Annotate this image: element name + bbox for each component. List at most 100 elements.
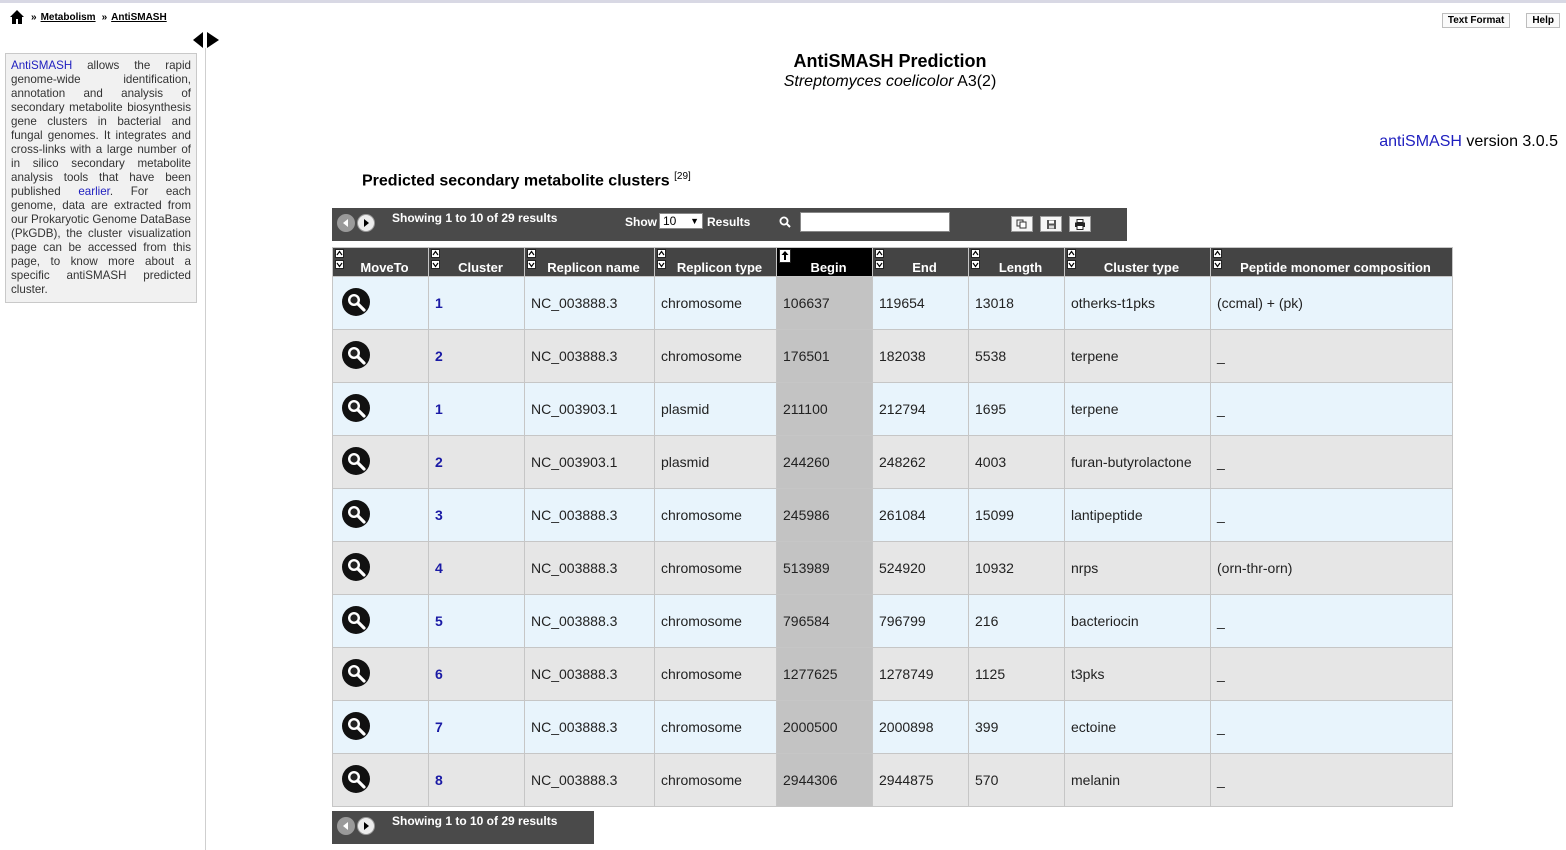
- cluster-link[interactable]: 7: [435, 719, 443, 735]
- breadcrumb-antismash[interactable]: AntiSMASH: [111, 12, 167, 23]
- replicon-name-cell: NC_003903.1: [524, 435, 655, 489]
- antismash-link[interactable]: AntiSMASH: [11, 59, 72, 72]
- replicon-type-cell: chromosome: [654, 276, 777, 330]
- magnifier-icon[interactable]: [341, 340, 371, 373]
- length-cell: 216: [968, 594, 1065, 648]
- cluster-type-cell: bacteriocin: [1064, 594, 1211, 648]
- header-label: Replicon type: [676, 259, 763, 275]
- header-replicon-type[interactable]: Replicon type: [654, 247, 777, 277]
- replicon-type-cell: chromosome: [654, 753, 777, 807]
- search-input[interactable]: [800, 212, 950, 232]
- text-format-button[interactable]: Text Format: [1441, 13, 1511, 28]
- replicon-type-cell: chromosome: [654, 488, 777, 542]
- strain-name: A3(2): [957, 73, 997, 90]
- replicon-type-cell: plasmid: [654, 382, 777, 436]
- replicon-type-cell: chromosome: [654, 329, 777, 383]
- prev-page-icon[interactable]: [337, 817, 355, 835]
- next-page-icon[interactable]: [357, 817, 375, 835]
- header-cluster[interactable]: Cluster: [428, 247, 525, 277]
- magnifier-icon[interactable]: [341, 287, 371, 320]
- top-buttons: Text Format Help: [1441, 13, 1560, 28]
- cluster-link[interactable]: 3: [435, 507, 443, 523]
- cluster-link[interactable]: 2: [435, 348, 443, 364]
- home-icon[interactable]: [9, 9, 25, 25]
- breadcrumb: » Metabolism » AntiSMASH: [9, 8, 167, 26]
- prev-page-icon[interactable]: [337, 214, 355, 232]
- species-name: Streptomyces coelicolor: [783, 73, 954, 90]
- sidebar-description: AntiSMASH allows the rapid genome-wide i…: [5, 53, 197, 303]
- magnifier-icon[interactable]: [341, 552, 371, 585]
- begin-cell: 2944306: [776, 753, 873, 807]
- cluster-link[interactable]: 6: [435, 666, 443, 682]
- end-cell: 182038: [872, 329, 969, 383]
- length-cell: 4003: [968, 435, 1065, 489]
- moveto-cell: [332, 382, 429, 436]
- header-length[interactable]: Length: [968, 247, 1065, 277]
- next-page-icon[interactable]: [357, 214, 375, 232]
- header-end[interactable]: End: [872, 247, 969, 277]
- magnifier-icon[interactable]: [341, 764, 371, 797]
- begin-cell: 176501: [776, 329, 873, 383]
- header-cluster-type[interactable]: Cluster type: [1064, 247, 1211, 277]
- cluster-link[interactable]: 4: [435, 560, 443, 576]
- replicon-name-cell: NC_003888.3: [524, 700, 655, 754]
- sidebar-toggle-icon[interactable]: [192, 31, 220, 49]
- cluster-type-cell: otherks-t1pks: [1064, 276, 1211, 330]
- sidebar-text-1: allows the rapid genome-wide identificat…: [11, 59, 191, 198]
- sort-icon: [335, 249, 344, 272]
- magnifier-icon[interactable]: [341, 658, 371, 691]
- cluster-link[interactable]: 1: [435, 295, 443, 311]
- magnifier-icon[interactable]: [341, 711, 371, 744]
- chevron-down-icon: ▼: [690, 216, 699, 226]
- header-peptide[interactable]: Peptide monomer composition: [1210, 247, 1453, 277]
- cluster-link[interactable]: 8: [435, 772, 443, 788]
- peptide-cell: _: [1210, 382, 1453, 436]
- bottom-pagination-bar: Showing 1 to 10 of 29 results: [332, 811, 594, 844]
- sidebar-divider: [205, 48, 206, 850]
- earlier-link[interactable]: earlier: [78, 185, 110, 198]
- sort-ascending-icon: [779, 249, 791, 266]
- cluster-cell: 2: [428, 329, 525, 383]
- magnifier-icon[interactable]: [341, 393, 371, 426]
- cluster-cell: 8: [428, 753, 525, 807]
- save-icon[interactable]: [1040, 216, 1062, 232]
- header-replicon-name[interactable]: Replicon name: [524, 247, 655, 277]
- replicon-name-cell: NC_003888.3: [524, 753, 655, 807]
- table-row: 2 NC_003888.3 chromosome 176501 182038 5538 te…: [332, 329, 1453, 383]
- antismash-version-link[interactable]: antiSMASH: [1379, 133, 1462, 150]
- table-row: 7 NC_003888.3 chromosome 2000500 2000898 399 e…: [332, 700, 1453, 754]
- begin-cell: 2000500: [776, 700, 873, 754]
- magnifier-icon[interactable]: [341, 499, 371, 532]
- table-row: 3 NC_003888.3 chromosome 245986 261084 15099 l…: [332, 488, 1453, 542]
- replicon-name-cell: NC_003888.3: [524, 594, 655, 648]
- begin-cell: 244260: [776, 435, 873, 489]
- header-moveto[interactable]: MoveTo: [332, 247, 429, 277]
- sort-icon: [1067, 249, 1076, 272]
- copy-icon[interactable]: [1011, 216, 1033, 232]
- cluster-link[interactable]: 5: [435, 613, 443, 629]
- page-size-select[interactable]: 10 ▼: [659, 213, 703, 229]
- print-icon[interactable]: [1069, 216, 1091, 232]
- replicon-type-cell: chromosome: [654, 700, 777, 754]
- peptide-cell: _: [1210, 700, 1453, 754]
- sort-icon: [431, 249, 440, 272]
- page-subtitle: Streptomyces coelicolor A3(2): [690, 73, 1090, 91]
- magnifier-icon[interactable]: [341, 605, 371, 638]
- cluster-type-cell: terpene: [1064, 382, 1211, 436]
- search-icon: [779, 216, 791, 231]
- cluster-cell: 1: [428, 276, 525, 330]
- cluster-link[interactable]: 2: [435, 454, 443, 470]
- help-button[interactable]: Help: [1526, 13, 1560, 28]
- magnifier-icon[interactable]: [341, 446, 371, 479]
- table-row: 5 NC_003888.3 chromosome 796584 796799 216 bac…: [332, 594, 1453, 648]
- cluster-link[interactable]: 1: [435, 401, 443, 417]
- length-cell: 570: [968, 753, 1065, 807]
- length-cell: 399: [968, 700, 1065, 754]
- replicon-type-cell: chromosome: [654, 594, 777, 648]
- sidebar-text-2: . For each genome, data are extracted fr…: [11, 185, 191, 296]
- table-row: 2 NC_003903.1 plasmid 244260 248262 4003 furan…: [332, 435, 1453, 489]
- breadcrumb-metabolism[interactable]: Metabolism: [41, 12, 96, 23]
- cluster-cell: 6: [428, 647, 525, 701]
- begin-cell: 1277625: [776, 647, 873, 701]
- header-begin[interactable]: Begin: [776, 247, 873, 277]
